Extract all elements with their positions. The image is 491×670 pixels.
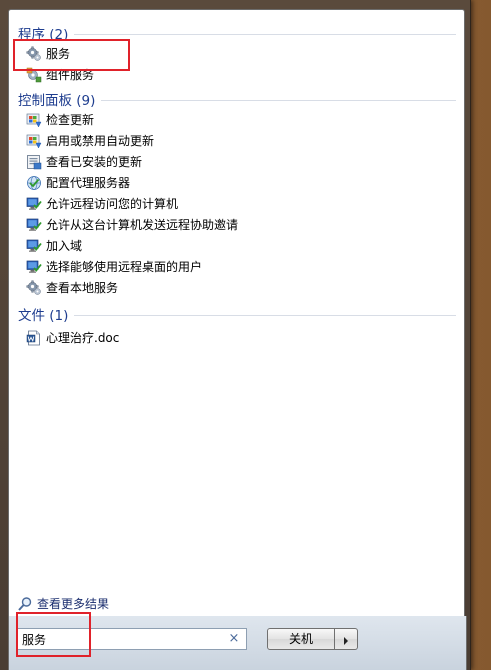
group-divider: [74, 33, 456, 35]
result-item-toggle-auto-updates[interactable]: 启用或禁用自动更新: [26, 130, 464, 151]
see-more-results-link[interactable]: 查看更多结果: [17, 595, 109, 612]
result-item-allow-remote-access[interactable]: 允许远程访问您的计算机: [26, 193, 464, 214]
word-document-icon: [26, 330, 42, 346]
arrow-right-icon: [342, 630, 350, 649]
result-item-proxy-server[interactable]: 配置代理服务器: [26, 172, 464, 193]
result-item-installed-updates[interactable]: 查看已安装的更新: [26, 151, 464, 172]
group-title: 文件 (1): [18, 308, 69, 324]
result-label: 查看本地服务: [46, 281, 119, 295]
see-more-label: 查看更多结果: [37, 597, 110, 611]
search-icon: [17, 596, 33, 612]
result-item-remote-desktop-users[interactable]: 选择能够使用远程桌面的用户: [26, 256, 464, 277]
result-item-check-updates[interactable]: 检查更新: [26, 109, 464, 130]
windows-update-icon: [26, 112, 42, 128]
group-divider: [101, 99, 456, 101]
result-label: 配置代理服务器: [46, 176, 131, 190]
result-item-local-services[interactable]: 查看本地服务: [26, 277, 464, 298]
internet-options-icon: [26, 175, 42, 191]
search-results-pane: 程序 (2) 服务 组件服务 控制面板 (9) 检查更新 启用或禁用自动更新 查…: [8, 9, 465, 617]
result-label: 允许从这台计算机发送远程协助邀请: [46, 218, 239, 232]
result-label: 检查更新: [46, 113, 95, 127]
result-label: 加入域: [46, 239, 83, 253]
start-menu: 程序 (2) 服务 组件服务 控制面板 (9) 检查更新 启用或禁用自动更新 查…: [0, 0, 471, 670]
results-group-files: 文件 (1) 心理治疗.doc: [9, 304, 464, 348]
group-header-files[interactable]: 文件 (1): [18, 304, 456, 324]
remote-computer-icon: [26, 238, 42, 254]
result-item-document[interactable]: 心理治疗.doc: [26, 327, 464, 348]
gear-icon: [26, 280, 42, 296]
windows-update-icon: [26, 133, 42, 149]
result-item-join-domain[interactable]: 加入域: [26, 235, 464, 256]
group-divider: [74, 314, 456, 316]
group-header-control-panel[interactable]: 控制面板 (9): [18, 89, 456, 109]
highlight-box-search: [16, 612, 91, 657]
highlight-box-services: [13, 39, 130, 71]
result-label: 选择能够使用远程桌面的用户: [46, 260, 203, 274]
shutdown-options-button[interactable]: [335, 628, 358, 650]
shutdown-controls: 关机: [267, 628, 358, 650]
results-group-control-panel: 控制面板 (9) 检查更新 启用或禁用自动更新 查看已安装的更新 配置代理服务器…: [9, 89, 464, 298]
installed-updates-icon: [26, 154, 42, 170]
remote-computer-icon: [26, 196, 42, 212]
remote-computer-icon: [26, 259, 42, 275]
result-label: 允许远程访问您的计算机: [46, 197, 179, 211]
result-label: 启用或禁用自动更新: [46, 134, 155, 148]
result-label: 心理治疗.doc: [46, 331, 120, 345]
shutdown-button[interactable]: 关机: [267, 628, 335, 650]
group-title: 控制面板 (9): [18, 93, 96, 109]
result-label: 查看已安装的更新: [46, 155, 143, 169]
clear-search-icon[interactable]: ×: [226, 630, 242, 648]
remote-computer-icon: [26, 217, 42, 233]
result-item-remote-assistance[interactable]: 允许从这台计算机发送远程协助邀请: [26, 214, 464, 235]
